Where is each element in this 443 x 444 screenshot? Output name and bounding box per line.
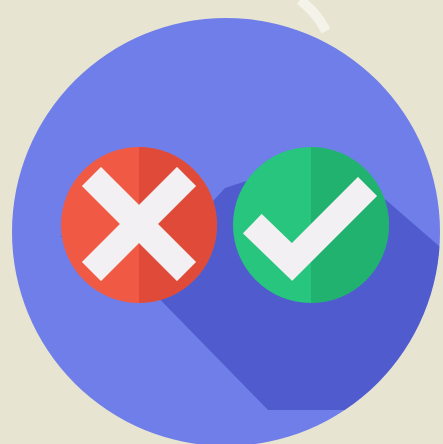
accept-badge xyxy=(233,147,389,303)
reject-accept-illustration xyxy=(0,0,443,444)
icon-canvas xyxy=(0,0,443,444)
reject-badge xyxy=(61,147,217,303)
